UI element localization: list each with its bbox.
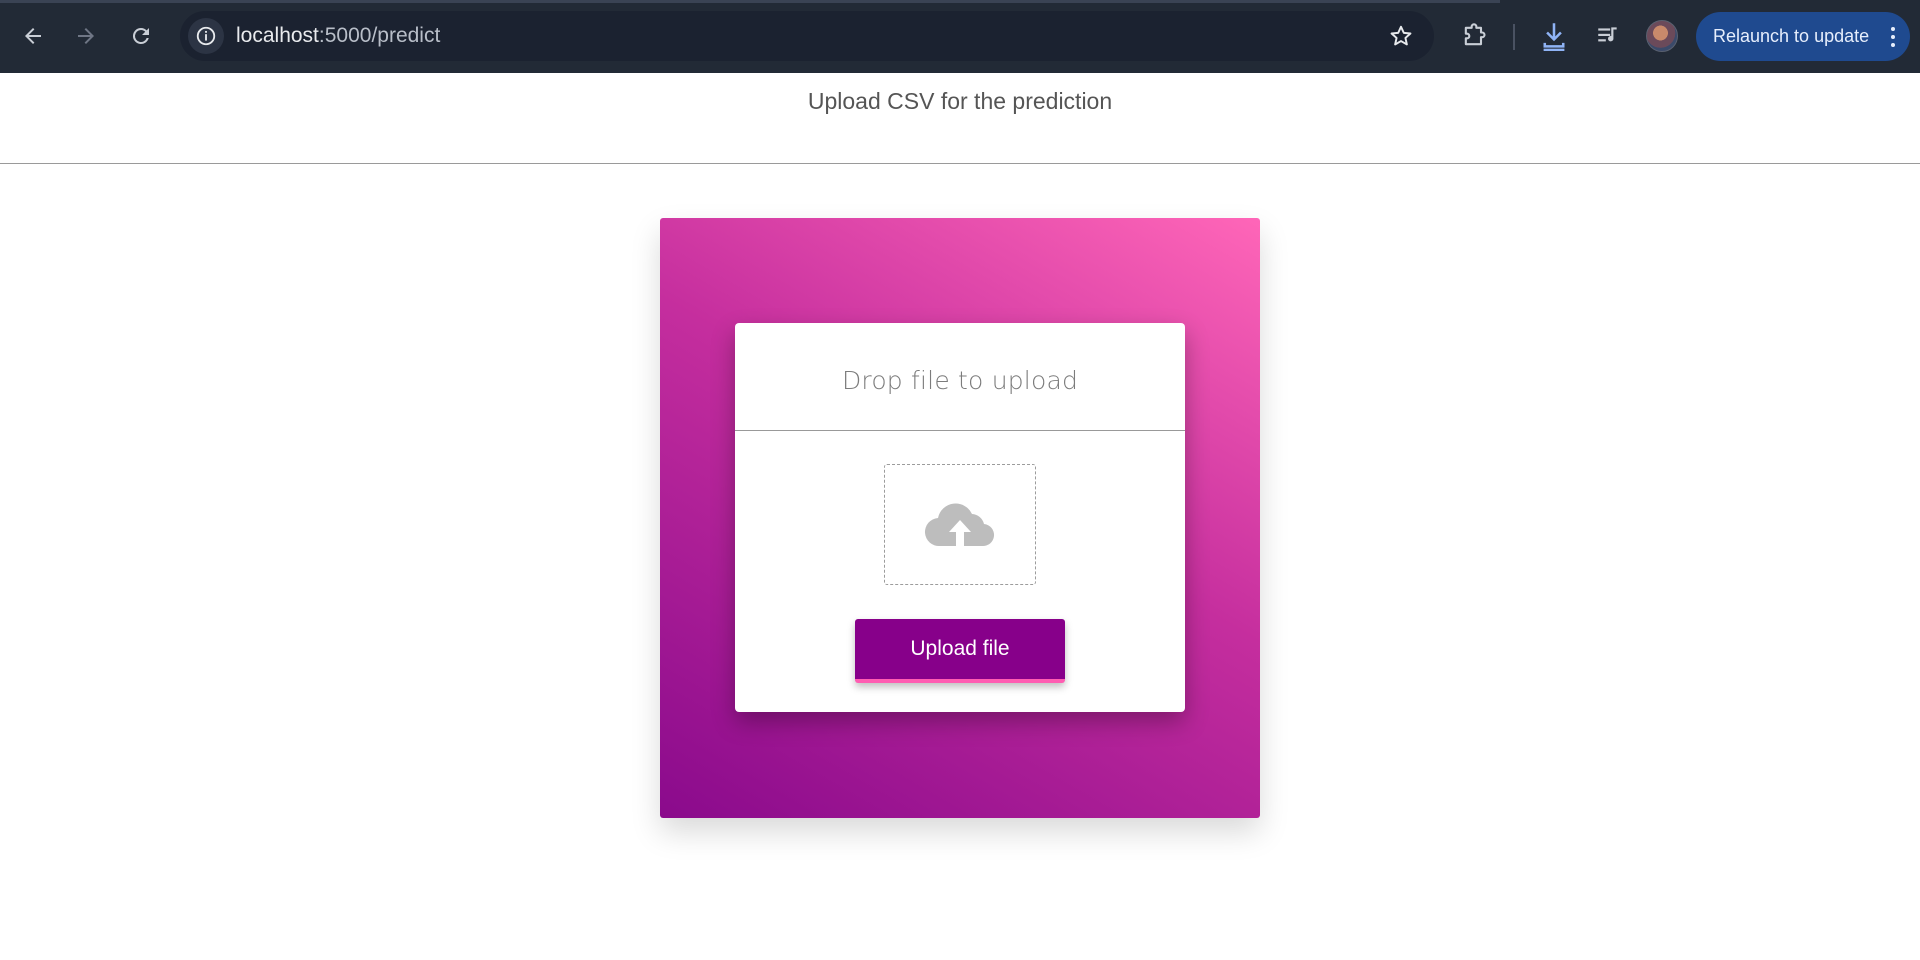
upload-panel: Drop file to upload Upload file [660,218,1260,818]
url-path: :5000/predict [318,24,441,47]
forward-button[interactable] [65,15,107,57]
reload-icon [132,27,149,44]
horizontal-divider [0,163,1920,164]
reload-button[interactable] [120,15,162,57]
file-drop-zone[interactable] [884,464,1036,585]
address-bar[interactable]: localhost:5000/predict [180,11,1434,61]
extensions-button[interactable] [1456,18,1492,54]
star-icon[interactable] [1388,23,1414,49]
cloud-upload-icon [924,503,995,546]
site-info-button[interactable] [188,18,224,54]
tab-strip-edge [0,0,1500,3]
relaunch-to-update-button[interactable]: Relaunch to update [1696,12,1910,61]
relaunch-label: Relaunch to update [1713,26,1870,46]
downloads-button[interactable] [1536,18,1572,54]
back-arrow-icon [25,28,41,44]
upload-file-button[interactable]: Upload file [855,619,1065,683]
toolbar-separator [1513,24,1515,50]
url-text[interactable]: localhost:5000/predict [236,11,440,61]
download-icon [1543,23,1565,51]
puzzle-icon [1464,23,1486,46]
back-button[interactable] [12,15,54,57]
forward-arrow-icon [78,28,94,44]
media-controls-button[interactable] [1590,18,1626,54]
drop-title: Drop file to upload [841,366,1079,395]
info-icon [196,26,216,46]
browser-toolbar: localhost:5000/predict Relaunch to updat… [0,0,1920,73]
card-divider [735,430,1185,431]
profile-avatar[interactable] [1646,20,1678,52]
url-host: localhost [236,24,319,47]
kebab-menu-icon[interactable] [1890,27,1896,47]
page-title: Upload CSV for the prediction [807,88,1113,114]
media-queue-icon [1598,27,1617,42]
upload-card: Drop file to upload Upload file [735,323,1185,712]
